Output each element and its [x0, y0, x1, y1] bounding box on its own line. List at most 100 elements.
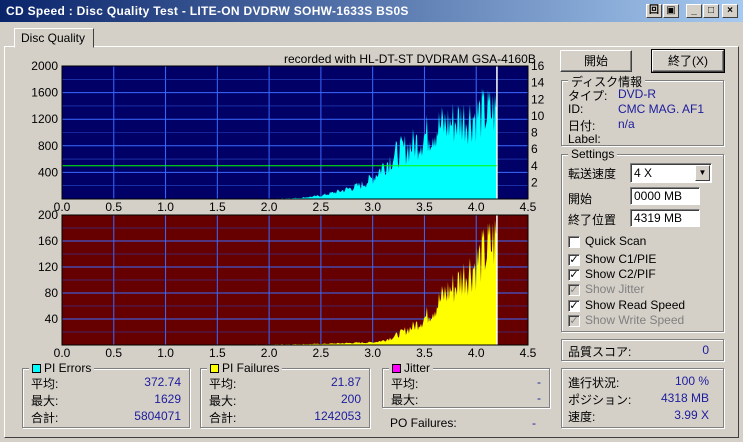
show-write-speed-checkbox: ✓ Show Write Speed — [568, 313, 684, 327]
y2-tick-label: 12 — [531, 92, 545, 106]
y2-tick-label: 4 — [531, 159, 538, 173]
y2-tick-label: 16 — [531, 59, 545, 73]
start-position-value: 0000 MB — [634, 189, 683, 203]
disc-info-group: ディスク情報 タイプ: DVD-R ID: CMC MAG. AF1 日付: n… — [561, 73, 724, 146]
start-position-input[interactable]: 0000 MB — [630, 187, 700, 205]
check-icon[interactable]: ✓ — [568, 268, 580, 281]
pi-failures-total-value: 1242053 — [314, 409, 361, 423]
settings-title: Settings — [568, 147, 618, 161]
jitter-avg-label: 平均: — [391, 377, 419, 391]
legend-pi-failures-icon — [210, 364, 219, 374]
y-tick-label: 400 — [38, 165, 58, 179]
y-tick-label: 80 — [45, 286, 59, 300]
x-tick-label: 3.5 — [416, 346, 433, 360]
quick-scan-checkbox[interactable]: Quick Scan — [568, 234, 646, 248]
pi-errors-total-label: 合計: — [31, 411, 59, 425]
progress-group: 進行状況: 100 % ポジション: 4318 MB 速度: 3.99 X — [561, 368, 724, 428]
y2-tick-label: 10 — [531, 109, 545, 123]
start-position-label: 開始 — [568, 192, 593, 206]
speed-select[interactable]: 4 X ▼ — [630, 163, 712, 183]
end-position-value: 4319 MB — [634, 211, 683, 225]
exit-button[interactable]: 終了(X) — [651, 49, 725, 73]
position-value: 4318 MB — [660, 391, 709, 405]
position-label: ポジション: — [568, 393, 632, 407]
date-value: n/a — [618, 117, 635, 131]
x-tick-label: 0.0 — [54, 346, 71, 360]
y-tick-label: 120 — [38, 260, 58, 274]
y-tick-label: 200 — [38, 208, 58, 222]
id-value: CMC MAG. AF1 — [618, 102, 705, 116]
pi-errors-title: PI Errors — [29, 361, 95, 375]
x-tick-label: 4.5 — [520, 346, 537, 360]
pi-errors-total-value: 5804071 — [134, 409, 181, 423]
show-jitter-label: Show Jitter — [585, 282, 645, 296]
pi-errors-avg-value: 372.74 — [144, 375, 181, 389]
check-icon: ✓ — [568, 283, 580, 296]
pi-failures-avg-value: 21.87 — [330, 375, 361, 389]
quick-scan-box[interactable] — [568, 235, 580, 248]
x-tick-label: 3.0 — [364, 200, 381, 214]
jitter-group: Jitter 平均: - 最大: - — [382, 361, 550, 408]
quick-scan-label: Quick Scan — [585, 234, 647, 248]
show-read-speed-checkbox[interactable]: ✓ Show Read Speed — [568, 298, 685, 312]
y-tick-label: 160 — [38, 234, 58, 248]
pi-errors-group: PI Errors 平均: 372.74 最大: 1629 合計: 580407… — [22, 361, 190, 428]
y2-tick-label: 6 — [531, 142, 538, 156]
y2-tick-label: 14 — [531, 76, 545, 90]
progress-value: 100 % — [674, 374, 709, 388]
check-icon[interactable]: ✓ — [568, 299, 580, 312]
pi-failures-chart: 0.0 0.5 1.0 1.5 2.0 2.5 3.0 3.5 4.0 4.5 40 80 120 160… — [38, 208, 537, 360]
x-tick-label: 4.5 — [520, 200, 537, 214]
check-icon: ✓ — [568, 314, 580, 327]
check-icon[interactable]: ✓ — [568, 253, 580, 266]
x-tick-label: 2.0 — [261, 200, 278, 214]
show-c1-checkbox[interactable]: ✓ Show C1/PIE — [568, 252, 656, 266]
show-read-speed-label: Show Read Speed — [585, 298, 686, 312]
quality-score-group: 品質スコア: 0 — [561, 339, 724, 361]
x-tick-label: 3.5 — [416, 200, 433, 214]
pi-failures-group: PI Failures 平均: 21.87 最大: 200 合計: 124205… — [200, 361, 370, 428]
type-value: DVD-R — [618, 87, 656, 101]
chevron-down-icon[interactable]: ▼ — [695, 165, 710, 181]
y-tick-label: 800 — [38, 139, 58, 153]
y-tick-label: 1200 — [31, 112, 58, 126]
start-button[interactable]: 開始 — [560, 50, 632, 72]
po-failures-value: - — [532, 416, 536, 430]
jitter-max-label: 最大: — [391, 393, 419, 407]
y2-tick-label: 2 — [531, 175, 538, 189]
x-tick-label: 4.0 — [468, 200, 485, 214]
x-tick-label: 1.0 — [157, 346, 174, 360]
pi-failures-total-label: 合計: — [209, 411, 237, 425]
pi-errors-max-label: 最大: — [31, 394, 59, 408]
pi-errors-max-value: 1629 — [154, 392, 181, 406]
end-position-label: 終了位置 — [568, 213, 617, 227]
show-c2-checkbox[interactable]: ✓ Show C2/PIF — [568, 267, 656, 281]
legend-pi-errors-icon — [32, 364, 41, 374]
y2-tick-label: 8 — [531, 126, 538, 140]
po-failures-label: PO Failures: — [390, 416, 457, 430]
id-label: ID: — [568, 102, 584, 116]
x-tick-label: 1.5 — [209, 346, 226, 360]
pi-failures-title: PI Failures — [207, 361, 283, 375]
pi-failures-max-label: 最大: — [209, 394, 237, 408]
x-tick-label: 4.0 — [468, 346, 485, 360]
pi-errors-chart: 0.0 0.5 1.0 1.5 2.0 2.5 3.0 3.5 4.0 4.54008001200… — [31, 59, 544, 214]
x-tick-label: 1.0 — [157, 200, 174, 214]
read-speed-value: 3.99 X — [674, 408, 709, 422]
legend-jitter-icon — [392, 364, 401, 374]
jitter-avg-value: - — [537, 375, 541, 389]
pi-failures-avg-label: 平均: — [209, 377, 237, 391]
pi-failures-max-value: 200 — [340, 392, 361, 406]
x-tick-label: 0.5 — [105, 200, 122, 214]
speed-select-value: 4 X — [634, 166, 653, 180]
jitter-title: Jitter — [389, 361, 434, 375]
end-position-input[interactable]: 4319 MB — [630, 209, 700, 227]
y-tick-label: 40 — [45, 312, 59, 326]
show-c1-label: Show C1/PIE — [585, 252, 657, 266]
quality-score-value: 0 — [702, 343, 709, 357]
tab-label: Disc Quality — [21, 31, 86, 45]
show-jitter-checkbox: ✓ Show Jitter — [568, 282, 644, 296]
read-speed-label: 速度: — [568, 410, 596, 424]
tab-disc-quality[interactable]: Disc Quality — [14, 28, 94, 48]
y-tick-label: 2000 — [31, 59, 58, 73]
